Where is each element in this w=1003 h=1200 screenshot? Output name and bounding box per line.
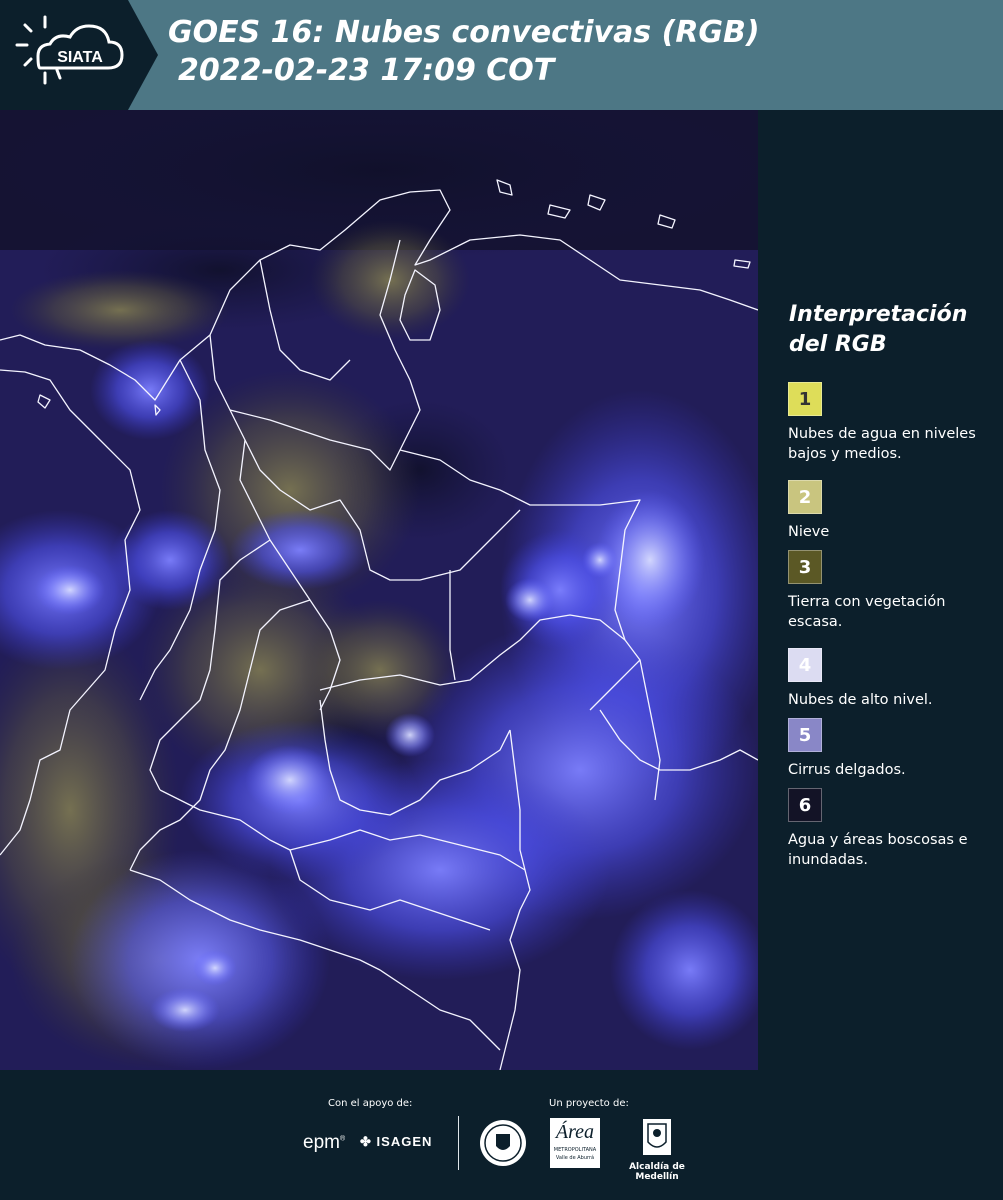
footer: Con el apoyo de: Un proyecto de: epm® ✤ …: [0, 1070, 1003, 1200]
legend-item-2: 2 Nieve: [788, 480, 988, 542]
title-line-1: GOES 16: Nubes convectivas (RGB): [168, 15, 760, 50]
epm-logo-text: epm: [303, 1132, 340, 1153]
legend-label: Nubes de alto nivel.: [788, 692, 933, 708]
legend-item-4: 4 Nubes de alto nivel.: [788, 648, 988, 710]
page-title: GOES 16: Nubes convectivas (RGB) 2022-02…: [168, 14, 760, 90]
support-label: Con el apoyo de:: [328, 1098, 413, 1109]
header-bar: SIATA GOES 16: Nubes convectivas (RGB) 2…: [0, 0, 1003, 110]
legend-swatch: 6: [788, 788, 822, 822]
alcaldia-logo: Alcaldía de Medellín: [612, 1118, 702, 1182]
area-logo-sub2: Valle de Aburrá: [555, 1155, 595, 1161]
legend-label: Nieve: [788, 524, 830, 540]
legend-item-3: 3 Tierra con vegetación escasa.: [788, 550, 988, 632]
legend-swatch: 3: [788, 550, 822, 584]
siata-logo: SIATA: [0, 0, 158, 110]
area-logo-sub1: METROPOLITANA: [553, 1147, 597, 1153]
map-canvas: [0, 110, 758, 1070]
legend-swatch: 4: [788, 648, 822, 682]
medellin-seal-icon: [478, 1118, 528, 1172]
legend-label: Tierra con vegetación escasa.: [788, 594, 946, 630]
legend-item-6: 6 Agua y áreas boscosas e inundadas.: [788, 788, 988, 870]
area-logo-main: Área: [555, 1121, 595, 1143]
legend-swatch: 1: [788, 382, 822, 416]
title-line-2: 2022-02-23 17:09 COT: [178, 53, 555, 88]
epm-logo: epm®: [303, 1132, 346, 1153]
satellite-map[interactable]: [0, 110, 758, 1070]
legend-swatch: 5: [788, 718, 822, 752]
legend-title: Interpretación del RGB: [789, 300, 967, 360]
isagen-logo-text: ISAGEN: [376, 1134, 433, 1149]
alcaldia-logo-text: Alcaldía de Medellín: [629, 1162, 685, 1182]
legend-label: Nubes de agua en niveles bajos y medios.: [788, 426, 976, 462]
area-metropolitana-logo: Área METROPOLITANA Valle de Aburrá: [550, 1118, 600, 1168]
logo-text: SIATA: [57, 49, 103, 66]
legend-panel: Interpretación del RGB 1 Nubes de agua en…: [758, 110, 1003, 1070]
legend-item-5: 5 Cirrus delgados.: [788, 718, 988, 780]
legend-swatch: 2: [788, 480, 822, 514]
alcaldia-shield-icon: [643, 1119, 671, 1155]
isagen-logo: ✤ ISAGEN: [360, 1134, 432, 1150]
legend-label: Agua y áreas boscosas e inundadas.: [788, 832, 968, 868]
footer-divider: [458, 1116, 459, 1170]
legend-title-line-1: Interpretación: [789, 302, 968, 327]
legend-title-line-2: del RGB: [789, 332, 887, 357]
legend-label: Cirrus delgados.: [788, 762, 906, 778]
project-label: Un proyecto de:: [549, 1098, 629, 1109]
legend-item-1: 1 Nubes de agua en niveles bajos y medios…: [788, 382, 988, 464]
isagen-icon: ✤: [360, 1134, 372, 1149]
